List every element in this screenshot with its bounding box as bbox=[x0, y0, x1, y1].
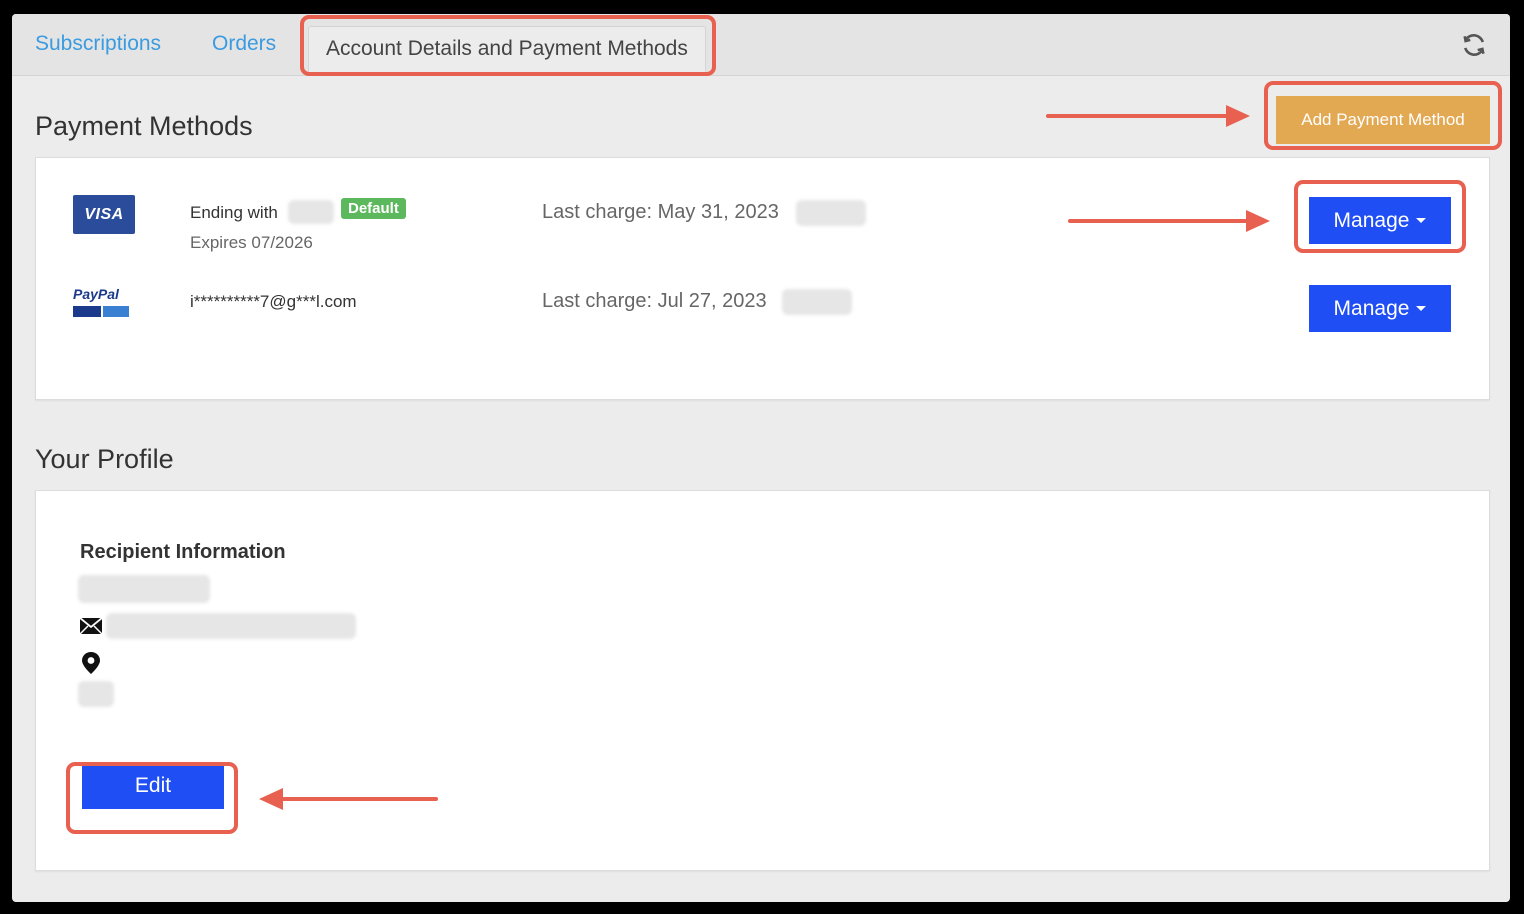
paypal-account-email: i**********7@g***l.com bbox=[190, 292, 357, 311]
edit-profile-button[interactable]: Edit bbox=[82, 762, 224, 809]
paypal-last-charge: Last charge: Jul 27, 2023 bbox=[542, 290, 767, 312]
manage-label: Manage bbox=[1333, 208, 1410, 232]
card-ending-label: Ending with bbox=[190, 203, 278, 222]
visa-logo: VISA bbox=[73, 195, 135, 234]
card-expiry: Expires 07/2026 bbox=[190, 233, 313, 252]
redacted-recipient-country bbox=[78, 681, 114, 707]
tab-bar: Subscriptions Orders Account Details and… bbox=[12, 14, 1510, 76]
profile-title: Your Profile bbox=[35, 444, 174, 474]
visa-last-charge: Last charge: May 31, 2023 bbox=[542, 201, 779, 223]
default-badge: Default bbox=[341, 198, 406, 219]
redacted-recipient-name bbox=[78, 575, 210, 603]
tab-subscriptions[interactable]: Subscriptions bbox=[35, 32, 161, 56]
annotation-arrow-right-icon bbox=[1068, 210, 1270, 232]
payment-methods-title: Payment Methods bbox=[35, 111, 253, 141]
paypal-logo: PayPal bbox=[73, 286, 133, 322]
tab-orders[interactable]: Orders bbox=[212, 32, 276, 56]
recipient-heading: Recipient Information bbox=[80, 541, 286, 563]
envelope-icon bbox=[80, 617, 102, 635]
paypal-logo-text: PayPal bbox=[73, 286, 119, 302]
redacted-recipient-email bbox=[106, 613, 356, 639]
manage-label: Manage bbox=[1333, 296, 1410, 320]
profile-card: Recipient Information Edit bbox=[35, 490, 1490, 871]
app-window: Subscriptions Orders Account Details and… bbox=[12, 14, 1510, 902]
chevron-down-icon bbox=[1416, 306, 1427, 311]
payment-methods-card: VISA Ending with Default Expires 07/2026… bbox=[35, 157, 1490, 400]
redacted-charge-amount bbox=[796, 200, 866, 226]
paypal-manage-button[interactable]: Manage bbox=[1309, 285, 1451, 332]
annotation-arrow-right-icon bbox=[1046, 105, 1250, 127]
tab-account-details[interactable]: Account Details and Payment Methods bbox=[308, 26, 706, 76]
refresh-icon[interactable] bbox=[1460, 31, 1488, 59]
add-payment-method-button[interactable]: Add Payment Method bbox=[1276, 96, 1490, 144]
redacted-card-digits bbox=[288, 200, 334, 224]
visa-manage-button[interactable]: Manage bbox=[1309, 197, 1451, 244]
location-pin-icon bbox=[82, 652, 100, 674]
redacted-charge-amount bbox=[782, 289, 852, 315]
annotation-arrow-left-icon bbox=[259, 788, 438, 810]
chevron-down-icon bbox=[1416, 218, 1427, 223]
